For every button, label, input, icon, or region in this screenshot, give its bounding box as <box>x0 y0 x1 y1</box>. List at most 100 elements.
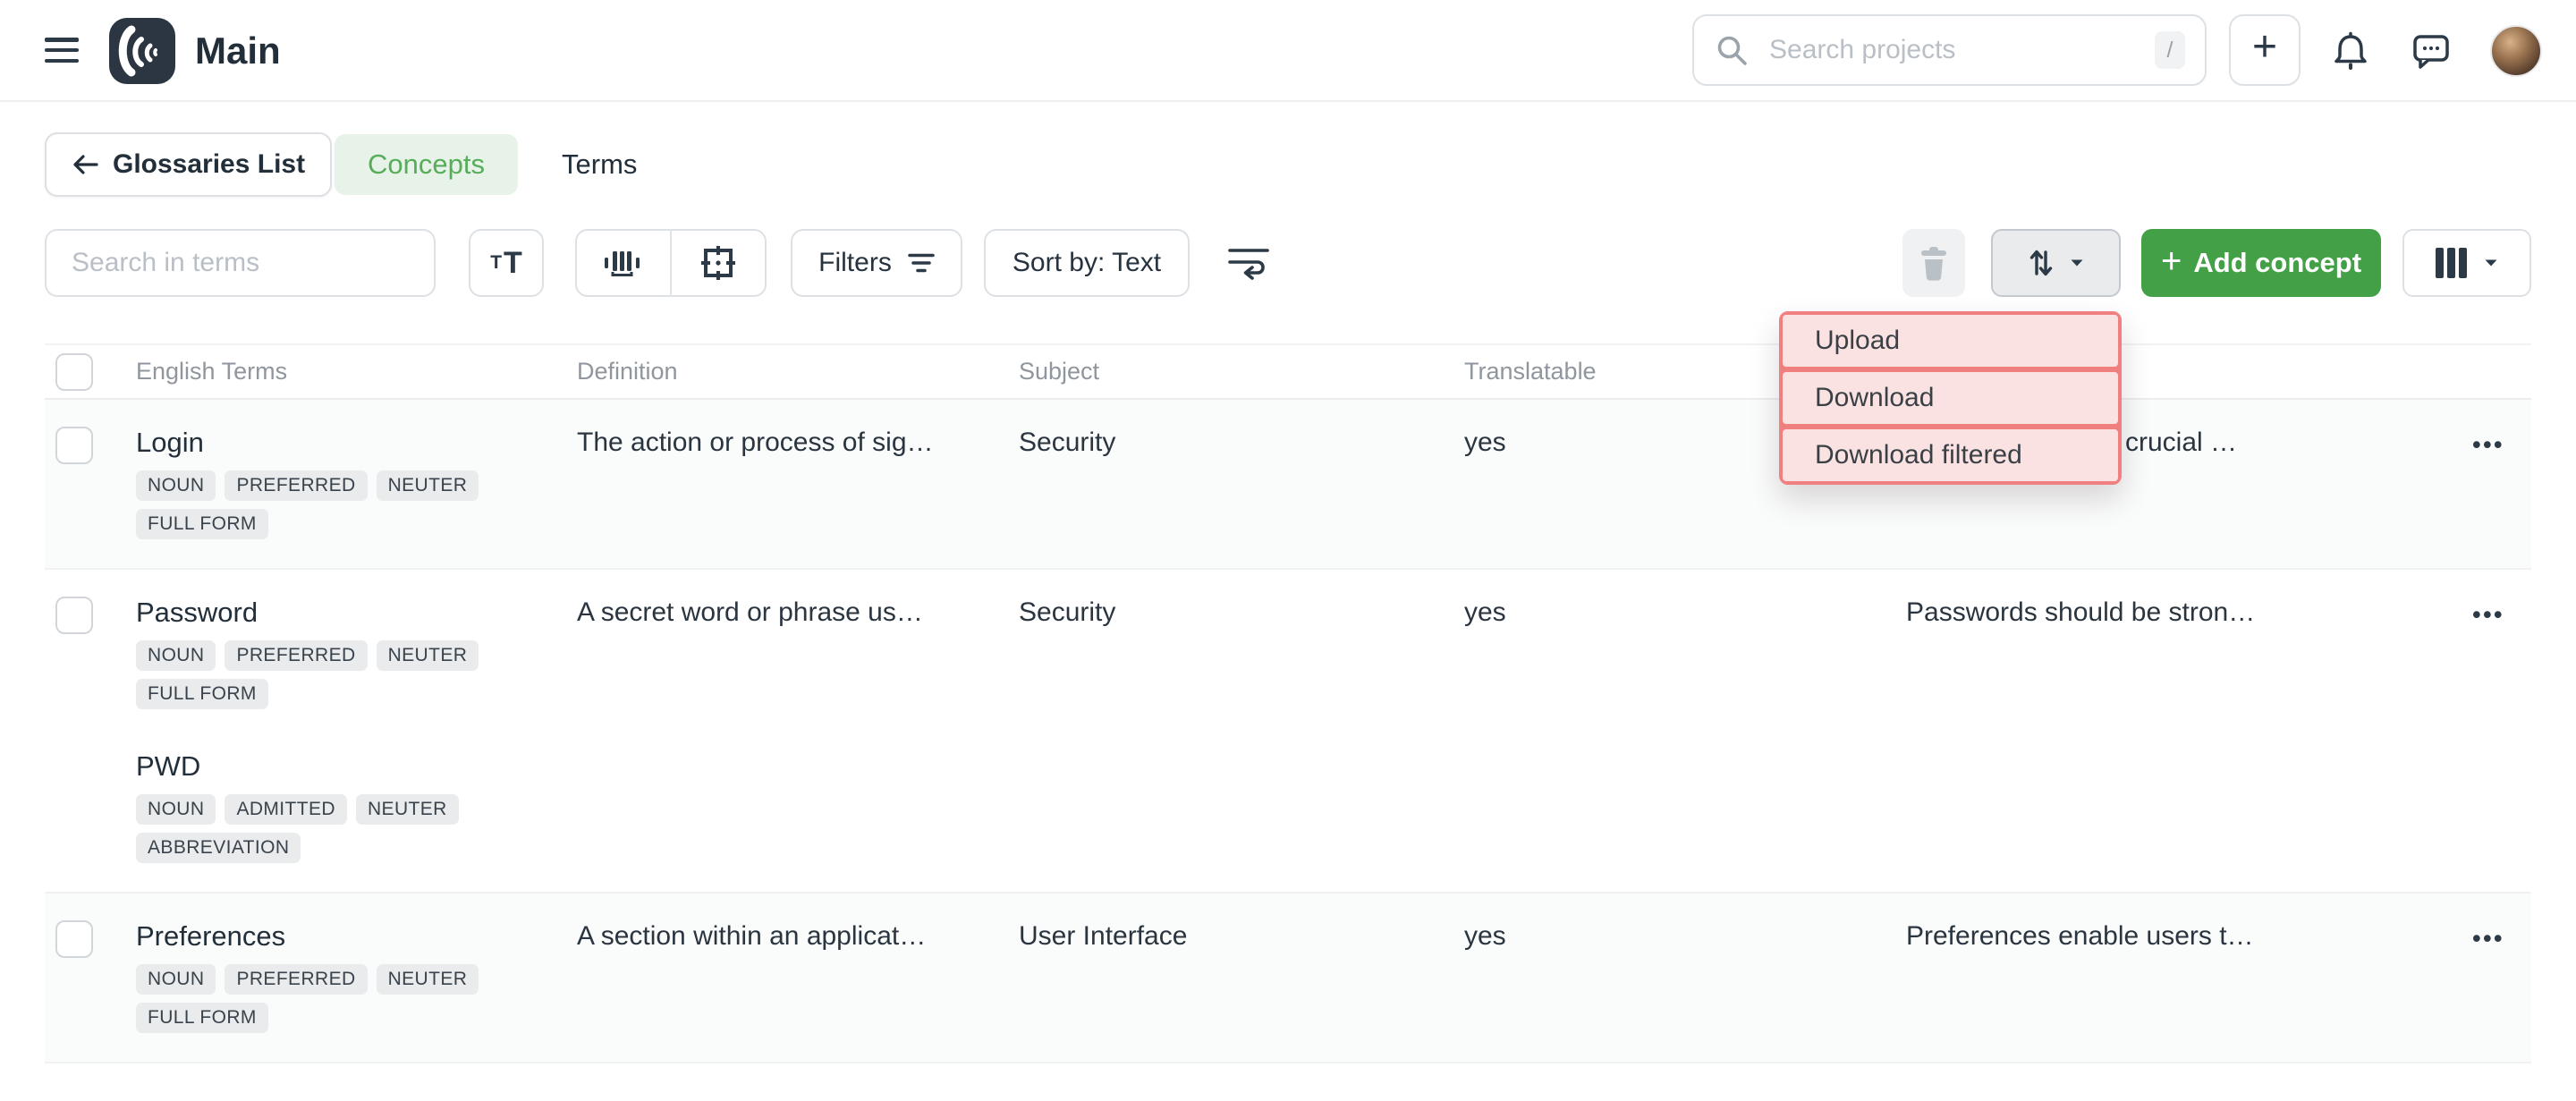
hamburger-menu-icon[interactable] <box>45 38 79 63</box>
chevron-down-icon <box>2484 258 2498 267</box>
wrap-text-button[interactable] <box>1227 245 1270 281</box>
table-row: PasswordNOUNPREFERREDNEUTERFULL FORMPWDN… <box>45 570 2531 894</box>
header-subject: Subject <box>1019 358 1464 385</box>
actions-cell: ••• <box>2472 423 2531 464</box>
columns-icon <box>2436 248 2468 278</box>
sort-by-button[interactable]: Sort by: Text <box>984 229 1190 297</box>
terms-cell: PasswordNOUNPREFERREDNEUTERFULL FORMPWDN… <box>136 593 577 863</box>
term-name[interactable]: Password <box>136 593 577 632</box>
term-badge: ABBREVIATION <box>136 833 301 863</box>
search-shortcut-key: / <box>2155 31 2185 69</box>
badge-line: FULL FORM <box>136 671 577 709</box>
search-projects-input[interactable] <box>1692 14 2207 86</box>
term-badge: NEUTER <box>377 640 479 671</box>
term-badge: NEUTER <box>356 794 459 825</box>
filter-icon <box>908 252 935 274</box>
term-badge: PREFERRED <box>225 470 367 501</box>
table-row: LoginNOUNPREFERREDNEUTERFULL FORMThe act… <box>45 400 2531 570</box>
project-search: / <box>1692 14 2207 86</box>
add-concept-button[interactable]: + Add concept <box>2141 229 2381 297</box>
badge-line: NOUNADMITTEDNEUTER <box>136 786 577 825</box>
terms-search <box>45 229 436 297</box>
term-name[interactable]: Preferences <box>136 917 577 956</box>
definition-cell: A section within an applicat… <box>577 917 1019 956</box>
definition-cell: The action or process of sig… <box>577 423 1019 462</box>
add-concept-label: Add concept <box>2193 247 2361 279</box>
subject-cell: User Interface <box>1019 917 1464 956</box>
exact-match-button[interactable] <box>672 231 765 295</box>
case-sensitive-button[interactable]: TT <box>469 229 544 297</box>
more-options-icon[interactable]: ••• <box>2472 925 2504 952</box>
search-mode-group <box>575 229 767 297</box>
tab-terms[interactable]: Terms <box>560 134 639 195</box>
badge-line: ABBREVIATION <box>136 825 577 863</box>
row-checkbox-cell <box>45 917 136 958</box>
frame-target-icon <box>699 243 738 283</box>
row-checkbox[interactable] <box>55 597 93 634</box>
subject-cell: Security <box>1019 593 1464 632</box>
term-badge: NEUTER <box>377 964 479 995</box>
actions-cell: ••• <box>2472 593 2531 634</box>
columns-settings-button[interactable] <box>2402 229 2531 297</box>
logo-glyph <box>109 18 175 84</box>
term-block: LoginNOUNPREFERREDNEUTERFULL FORM <box>136 423 577 539</box>
term-name[interactable]: Login <box>136 423 577 462</box>
translatable-cell: yes <box>1464 593 1906 632</box>
concepts-table: English Terms Definition Subject Transla… <box>45 343 2531 1063</box>
term-badge: FULL FORM <box>136 1003 268 1033</box>
trash-icon <box>1918 244 1950 282</box>
badge-line: FULL FORM <box>136 501 577 539</box>
terms-cell: LoginNOUNPREFERREDNEUTERFULL FORM <box>136 423 577 539</box>
note-cell: Passwords should be stron… <box>1906 593 2433 632</box>
filters-button[interactable]: Filters <box>791 229 962 297</box>
messages-button[interactable] <box>2411 0 2451 102</box>
row-checkbox[interactable] <box>55 427 93 464</box>
more-options-icon[interactable]: ••• <box>2472 601 2504 628</box>
header-english-terms: English Terms <box>136 358 577 385</box>
plus-icon: + <box>2161 243 2182 283</box>
row-checkbox[interactable] <box>55 920 93 958</box>
user-avatar[interactable] <box>2490 25 2542 77</box>
more-options-icon[interactable]: ••• <box>2472 431 2504 458</box>
up-down-arrows-icon <box>2029 247 2054 279</box>
back-to-glossaries-button[interactable]: Glossaries List <box>45 132 332 197</box>
term-block: PreferencesNOUNPREFERREDNEUTERFULL FORM <box>136 917 577 1033</box>
menu-item-download-filtered[interactable]: Download filtered <box>1783 429 2118 481</box>
terms-cell: PreferencesNOUNPREFERREDNEUTERFULL FORM <box>136 917 577 1033</box>
badge-line: FULL FORM <box>136 995 577 1033</box>
term-name[interactable]: PWD <box>136 747 577 786</box>
notifications-button[interactable] <box>2331 0 2370 102</box>
create-new-button[interactable]: + <box>2229 14 2301 86</box>
table-row: PreferencesNOUNPREFERREDNEUTERFULL FORMA… <box>45 894 2531 1063</box>
menu-item-download[interactable]: Download <box>1783 372 2118 424</box>
upload-download-menu: UploadDownloadDownload filtered <box>1779 311 2122 485</box>
term-badge: PREFERRED <box>225 964 367 995</box>
badge-line: NOUNPREFERREDNEUTER <box>136 462 577 501</box>
page-title: Main <box>195 0 281 102</box>
menu-item-upload[interactable]: Upload <box>1783 315 2118 367</box>
sort-label: Sort by: Text <box>1013 248 1161 278</box>
definition-cell: A secret word or phrase us… <box>577 593 1019 632</box>
whole-word-button[interactable] <box>577 231 670 295</box>
top-bar: Main / + <box>0 0 2576 102</box>
tab-concepts[interactable]: Concepts <box>335 134 518 195</box>
term-badge: NOUN <box>136 794 216 825</box>
filters-label: Filters <box>818 248 892 278</box>
term-block: Password NOUN PREFERRED NEUTER FULL FORM <box>136 593 577 709</box>
search-icon <box>1716 34 1748 66</box>
wrap-text-icon <box>1227 245 1270 281</box>
row-checkbox-cell <box>45 423 136 464</box>
chat-icon <box>2411 31 2451 71</box>
term-badge: NOUN <box>136 640 216 671</box>
case-icon: T <box>490 252 502 274</box>
back-button-label: Glossaries List <box>113 149 305 180</box>
note-cell: Preferences enable users t… <box>1906 917 2433 956</box>
delete-button[interactable] <box>1902 229 1965 297</box>
chevron-down-icon <box>2070 258 2084 267</box>
upload-download-dropdown-button[interactable] <box>1991 229 2121 297</box>
term-badge: PREFERRED <box>225 640 367 671</box>
search-in-terms-input[interactable] <box>47 231 434 295</box>
crowdin-logo[interactable] <box>109 18 175 84</box>
select-all-checkbox[interactable] <box>55 353 93 391</box>
term-badge: FULL FORM <box>136 679 268 709</box>
